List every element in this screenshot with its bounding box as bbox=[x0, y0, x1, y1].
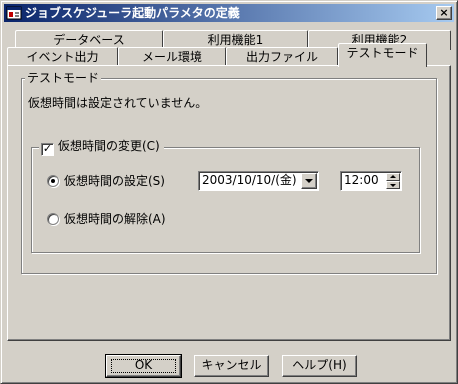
tab-test-mode[interactable]: テストモード bbox=[338, 43, 427, 67]
tab-label: 利用機能1 bbox=[207, 33, 264, 47]
radio-dot bbox=[51, 179, 55, 183]
close-icon: × bbox=[439, 6, 449, 19]
time-value: 12:00 bbox=[344, 173, 379, 187]
close-button[interactable]: × bbox=[436, 6, 452, 20]
title-bar: ジョブスケジューラ起動パラメタの定義 × bbox=[4, 4, 454, 22]
spin-up-button[interactable] bbox=[386, 173, 400, 181]
test-mode-group-label: テストモード bbox=[25, 71, 102, 85]
chevron-down-icon bbox=[305, 179, 313, 183]
window-title: ジョブスケジューラ起動パラメタの定義 bbox=[25, 6, 240, 20]
dialog-window: ジョブスケジューラ起動パラメタの定義 × データベース 利用機能1 利用機能2 … bbox=[0, 0, 458, 384]
tab-label: テストモード bbox=[346, 46, 419, 60]
app-icon bbox=[6, 6, 22, 20]
arrow-up-icon bbox=[390, 175, 396, 178]
help-label: ヘルプ(H) bbox=[292, 358, 347, 372]
virtual-time-change-legend: ✓ 仮想時間の変更(C) bbox=[39, 139, 164, 156]
spin-down-button[interactable] bbox=[386, 181, 400, 189]
cancel-button[interactable]: キャンセル bbox=[194, 355, 269, 377]
tab-output-file[interactable]: 出力ファイル bbox=[226, 47, 338, 67]
set-radio-label: 仮想時間の設定(S) bbox=[64, 174, 165, 188]
release-radio[interactable] bbox=[47, 213, 59, 225]
virtual-time-change-group bbox=[31, 147, 420, 253]
tab-event-output[interactable]: イベント出力 bbox=[7, 47, 118, 67]
date-dropdown[interactable]: 2003/10/10/(金) bbox=[198, 171, 319, 191]
help-button[interactable]: ヘルプ(H) bbox=[282, 355, 357, 377]
date-value: 2003/10/10/(金) bbox=[202, 173, 297, 187]
cancel-label: キャンセル bbox=[201, 358, 262, 372]
change-checkbox[interactable]: ✓ bbox=[41, 143, 54, 156]
date-dropdown-button[interactable] bbox=[301, 173, 317, 189]
virtual-time-status: 仮想時間は設定されていません。 bbox=[28, 96, 208, 110]
change-checkbox-label: 仮想時間の変更(C) bbox=[58, 139, 160, 153]
tab-label: データベース bbox=[53, 33, 125, 47]
ok-label: OK bbox=[134, 358, 153, 372]
time-spinner[interactable]: 12:00 bbox=[340, 171, 402, 191]
tab-label: メール環境 bbox=[141, 50, 202, 64]
tab-mail-environment[interactable]: メール環境 bbox=[118, 47, 226, 67]
set-radio[interactable] bbox=[47, 175, 59, 187]
arrow-down-icon bbox=[390, 184, 396, 187]
tab-label: イベント出力 bbox=[26, 50, 99, 64]
ok-button[interactable]: OK bbox=[105, 354, 182, 378]
tab-label: 出力ファイル bbox=[245, 50, 318, 64]
tab-panel: テストモード 仮想時間は設定されていません。 ✓ 仮想時間の変更(C) 仮想時間の… bbox=[7, 65, 451, 341]
release-radio-label: 仮想時間の解除(A) bbox=[64, 212, 166, 226]
